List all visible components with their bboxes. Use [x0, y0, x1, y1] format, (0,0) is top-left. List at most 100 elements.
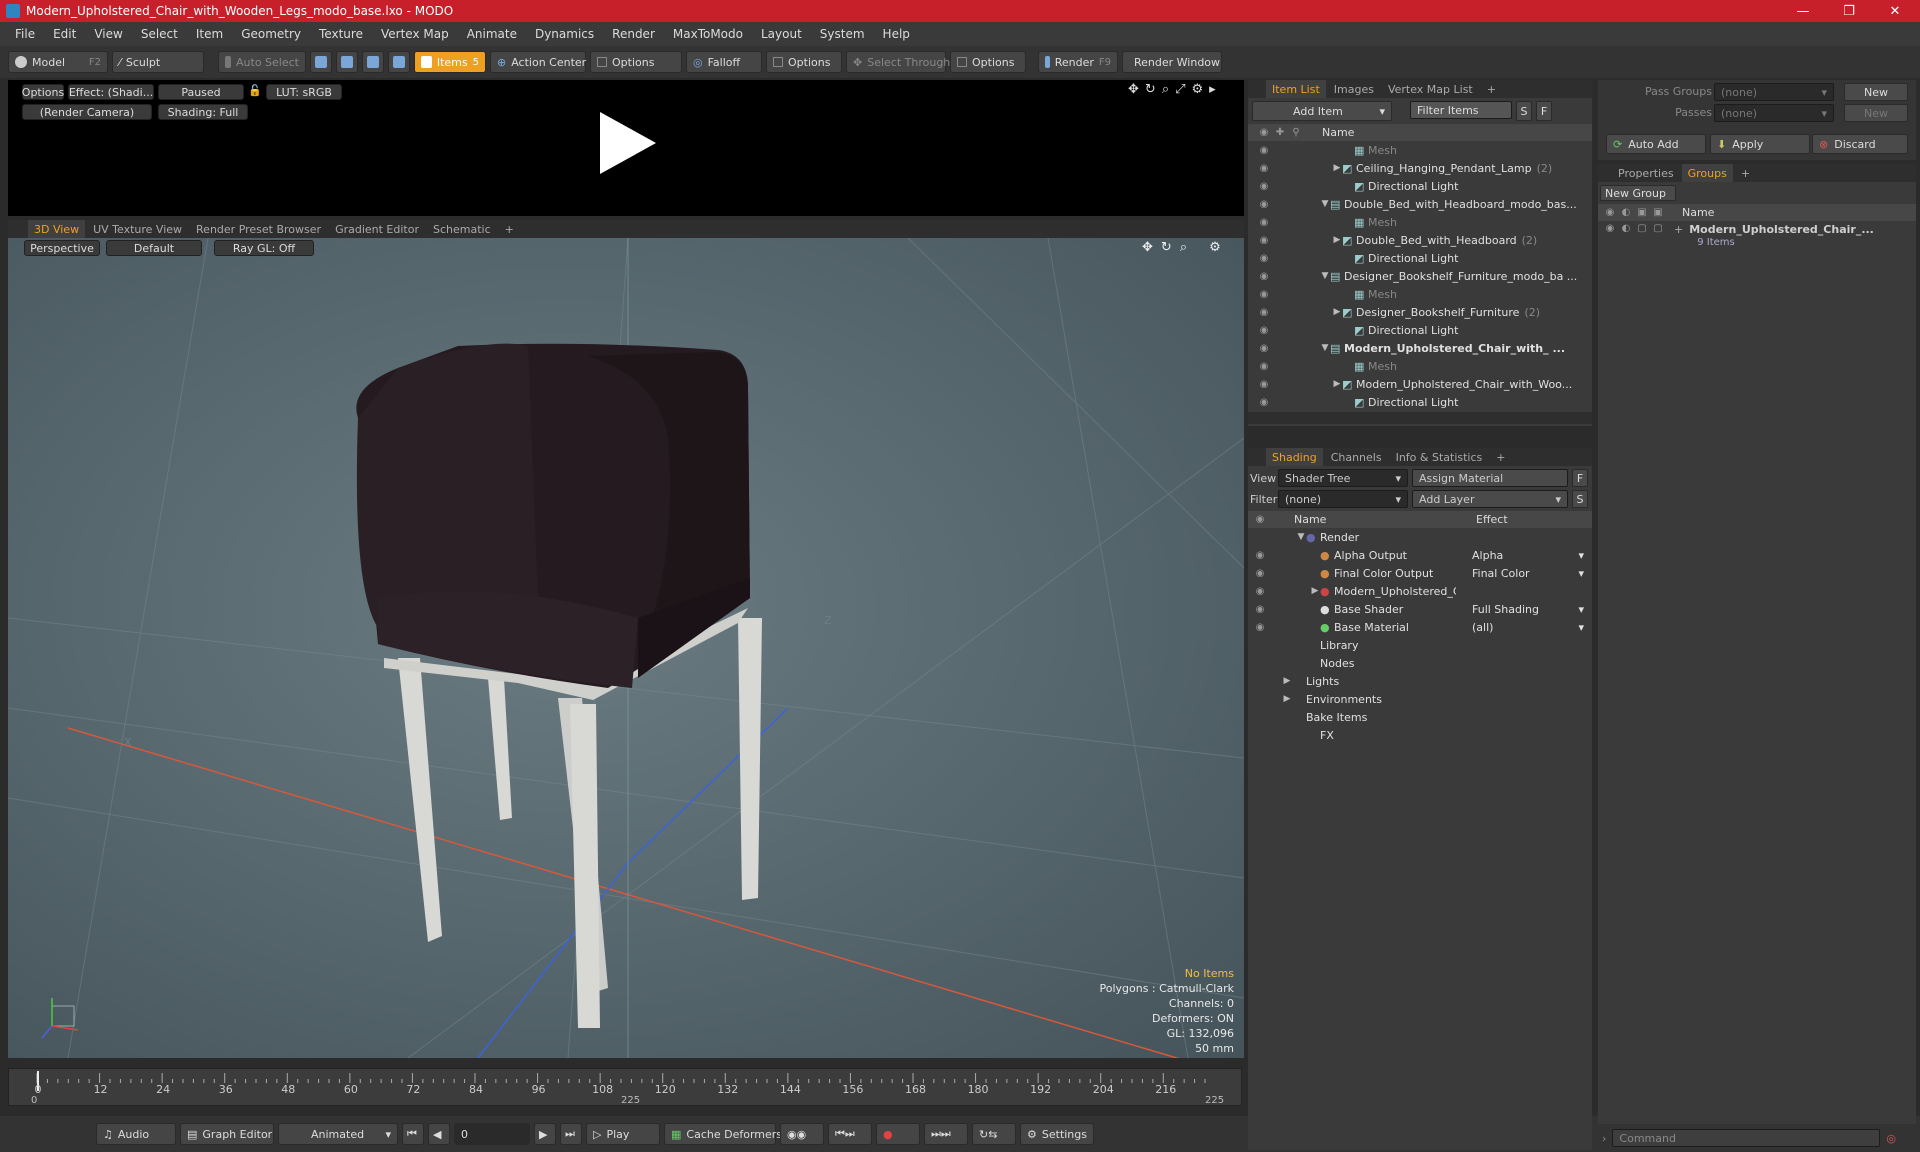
- render-icon[interactable]: ◐: [1618, 223, 1634, 249]
- visibility-icon[interactable]: ◉: [1256, 271, 1272, 282]
- visibility-icon[interactable]: ◉: [1256, 397, 1272, 408]
- menu-edit[interactable]: Edit: [44, 27, 85, 41]
- default-shading-dropdown[interactable]: Default: [106, 240, 202, 256]
- visibility-icon[interactable]: ◉: [1256, 181, 1272, 192]
- menu-view[interactable]: View: [85, 27, 131, 41]
- rotate-icon[interactable]: ↻: [1145, 82, 1156, 97]
- add-tab-button[interactable]: +: [1735, 164, 1756, 182]
- action-center-options-button[interactable]: Options: [590, 51, 682, 73]
- tab-gradient-editor[interactable]: Gradient Editor: [329, 220, 425, 238]
- visibility-icon[interactable]: ◉: [1256, 361, 1272, 372]
- item-list-row[interactable]: ◉ ▶ ◩ Designer_Bookshelf_Furniture (2): [1248, 303, 1592, 321]
- visibility-icon[interactable]: ◉: [1252, 604, 1268, 615]
- tab-properties[interactable]: Properties: [1612, 164, 1680, 182]
- item-list-row[interactable]: ◉ ◩ Directional Light: [1248, 321, 1592, 339]
- visibility-icon[interactable]: ◉: [1602, 223, 1618, 249]
- record-button[interactable]: ●: [876, 1123, 920, 1145]
- visibility-icon[interactable]: ◉: [1256, 289, 1272, 300]
- menu-dynamics[interactable]: Dynamics: [526, 27, 603, 41]
- visibility-icon[interactable]: ◉: [1256, 325, 1272, 336]
- item-list-row[interactable]: ◉ ▼ ▤ Designer_Bookshelf_Furniture_modo_ba …: [1248, 267, 1592, 285]
- shading-s-button[interactable]: S: [1572, 490, 1588, 508]
- shader-tree-row[interactable]: ▼ ● Render: [1248, 528, 1592, 546]
- gear-icon[interactable]: ⚙: [1192, 82, 1204, 97]
- expand-icon[interactable]: ▶: [1282, 676, 1292, 686]
- tab-info-statistics[interactable]: Info & Statistics: [1390, 448, 1489, 466]
- visibility-icon[interactable]: ◉: [1256, 343, 1272, 354]
- play-icon[interactable]: [590, 108, 660, 178]
- lut-dropdown[interactable]: LUT: sRGB: [266, 84, 342, 100]
- pan-icon[interactable]: ✥: [1142, 240, 1153, 255]
- item-list-row[interactable]: ◉ ▦ Mesh: [1248, 141, 1592, 159]
- animated-dropdown[interactable]: Animated ▾: [278, 1123, 398, 1145]
- item-list-row[interactable]: ◉ ▦ Mesh: [1248, 285, 1592, 303]
- visibility-icon[interactable]: ◉: [1256, 379, 1272, 390]
- item-list-row[interactable]: ◉ ▼ ▤ Double_Bed_with_Headboard_modo_bas...: [1248, 195, 1592, 213]
- expand-icon[interactable]: ▼: [1320, 343, 1330, 353]
- shader-effect-dropdown[interactable]: Final Color ▾: [1472, 567, 1584, 580]
- shader-tree-row[interactable]: Nodes: [1248, 654, 1592, 672]
- expand-icon[interactable]: ▶: [1310, 586, 1320, 596]
- chevron-down-icon[interactable]: ▾: [1578, 603, 1584, 616]
- ray-gl-toggle[interactable]: Ray GL: Off: [214, 240, 314, 256]
- sculpt-mode-button[interactable]: ⁄ Sculpt: [112, 51, 204, 73]
- menu-system[interactable]: System: [811, 27, 874, 41]
- expand-icon[interactable]: ▼: [1320, 199, 1330, 209]
- zoom-icon[interactable]: ⌕: [1162, 82, 1169, 97]
- auto-add-button[interactable]: ⟳ Auto Add: [1606, 134, 1706, 154]
- tab-uv-texture-view[interactable]: UV Texture View: [87, 220, 188, 238]
- menu-file[interactable]: File: [6, 27, 44, 41]
- select-through-options-button[interactable]: Options: [950, 51, 1026, 73]
- visibility-icon[interactable]: ◉: [1252, 568, 1268, 579]
- menu-vertex-map[interactable]: Vertex Map: [372, 27, 458, 41]
- tab-images[interactable]: Images: [1328, 80, 1380, 98]
- tab-vertex-map-list[interactable]: Vertex Map List: [1382, 80, 1479, 98]
- item-list-row[interactable]: ◉ ◩ Directional Light: [1248, 177, 1592, 195]
- select-vertices-button[interactable]: [310, 51, 332, 73]
- item-list-row[interactable]: ◉ ▶ ◩ Modern_Upholstered_Chair_with_Woo...: [1248, 375, 1592, 393]
- orbit-icon[interactable]: ↻: [1161, 240, 1172, 255]
- render-camera-dropdown[interactable]: (Render Camera): [22, 104, 152, 120]
- move-icon[interactable]: ✥: [1128, 82, 1139, 97]
- frame-input[interactable]: 0: [454, 1123, 530, 1145]
- tab-shading[interactable]: Shading: [1266, 448, 1323, 466]
- model-mode-button[interactable]: Model F2: [8, 51, 108, 73]
- shader-tree-row[interactable]: Bake Items: [1248, 708, 1592, 726]
- visibility-icon[interactable]: ◉: [1256, 163, 1272, 174]
- menu-help[interactable]: Help: [874, 27, 919, 41]
- prev-key-button[interactable]: ◀: [428, 1123, 450, 1145]
- shader-tree-row[interactable]: FX: [1248, 726, 1592, 744]
- new-group-button[interactable]: New Group: [1600, 185, 1676, 201]
- preview-paused-button[interactable]: Paused: [158, 84, 244, 100]
- visibility-icon[interactable]: ◉: [1256, 235, 1272, 246]
- menu-animate[interactable]: Animate: [458, 27, 526, 41]
- shader-effect-dropdown[interactable]: (all) ▾: [1472, 621, 1584, 634]
- add-item-dropdown[interactable]: Add Item ▾: [1252, 101, 1392, 121]
- cache-deformers-button[interactable]: ▦ Cache Deformers: [664, 1123, 782, 1145]
- 3d-viewport[interactable]: Perspective Default Ray GL: Off ✥ ↻ ⌕ ⚙ X Z…: [8, 238, 1244, 1058]
- chevron-down-icon[interactable]: ▾: [1578, 549, 1584, 562]
- items-mode-button[interactable]: Items 5: [414, 51, 486, 73]
- visibility-icon[interactable]: ◉: [1256, 145, 1272, 156]
- preview-effect-dropdown[interactable]: Effect: (Shadi...: [68, 84, 154, 100]
- menu-layout[interactable]: Layout: [752, 27, 811, 41]
- shader-tree-row[interactable]: ▶ Lights: [1248, 672, 1592, 690]
- shader-tree-row[interactable]: ◉ ● Alpha Output Alpha ▾: [1248, 546, 1592, 564]
- item-list-s-button[interactable]: S: [1516, 101, 1532, 121]
- visibility-icon[interactable]: ◉: [1252, 550, 1268, 561]
- expand-icon[interactable]: ▶: [1332, 379, 1342, 389]
- close-button[interactable]: ✕: [1872, 0, 1918, 22]
- expand-icon[interactable]: ▶: [1332, 163, 1342, 173]
- shading-f-button[interactable]: F: [1572, 469, 1588, 487]
- add-tab-button[interactable]: +: [1481, 80, 1502, 98]
- shader-effect-value[interactable]: Alpha: [1472, 549, 1503, 562]
- visibility-icon[interactable]: ◉: [1256, 199, 1272, 210]
- shader-tree-row[interactable]: ◉ ● Base Material (all) ▾: [1248, 618, 1592, 636]
- shader-effect-dropdown[interactable]: Full Shading ▾: [1472, 603, 1584, 616]
- next-key-button[interactable]: ▶: [534, 1123, 556, 1145]
- select-materials-button[interactable]: [388, 51, 410, 73]
- maximize-button[interactable]: ❐: [1826, 0, 1872, 22]
- play-button[interactable]: ▷ Play: [586, 1123, 660, 1145]
- lock-icon[interactable]: 🔓: [248, 84, 262, 100]
- command-history-icon[interactable]: ◎: [1886, 1132, 1896, 1145]
